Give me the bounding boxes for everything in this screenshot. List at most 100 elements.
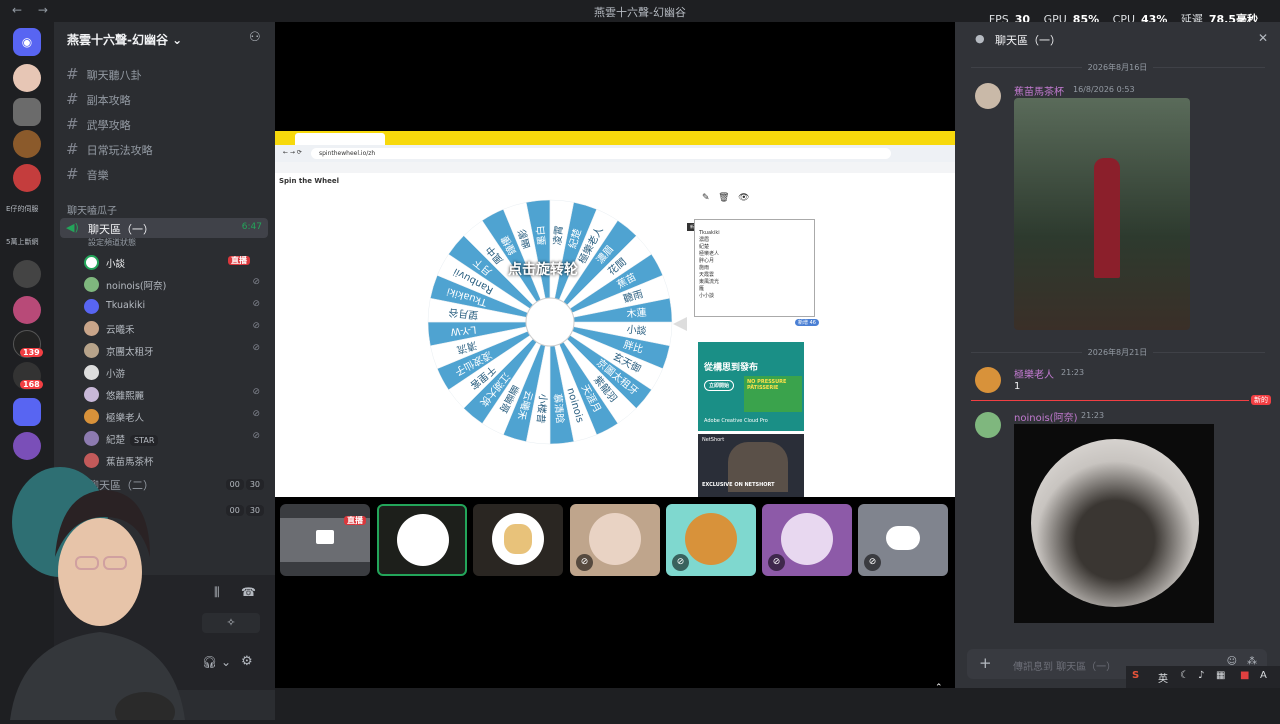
shared-screen-browser[interactable]: ← → ⟳ spinthewheel.io/zh Spin the Wheel … (275, 131, 955, 497)
disconnect-icon[interactable]: ☎ (241, 585, 256, 599)
mute-icon: ⊘ (252, 431, 260, 441)
voice-member[interactable]: 云曦禾 ⊘ (84, 318, 264, 338)
entry-line: 胖心月 (699, 258, 715, 264)
adobe-ad[interactable]: 從構思到發布 立即開始 NO PRESSURE PÂTISSERIE Adobe… (698, 342, 804, 431)
avatar (589, 513, 641, 565)
voice-member[interactable]: 京團太租牙 ⊘ (84, 340, 264, 360)
webcam-overlay (0, 462, 190, 724)
voice-member[interactable]: 小游 (84, 362, 264, 382)
hash-icon: # (66, 65, 79, 83)
call-timer: 6:47 (241, 222, 262, 232)
ad-cta-button[interactable]: 立即開始 (704, 380, 735, 391)
server-icon[interactable] (13, 164, 41, 192)
ai-icon[interactable]: A (1260, 670, 1267, 681)
server-icon[interactable] (13, 260, 41, 288)
channel-item[interactable]: # 副本攻略 (66, 89, 131, 109)
voice-member[interactable]: 極樂老人 ⊘ (84, 406, 264, 426)
browser-address-bar[interactable]: ← → ⟳ spinthewheel.io/zh (275, 145, 955, 162)
participant-tile[interactable]: ⊘ (762, 504, 852, 576)
channel-item[interactable]: # 音樂 (66, 164, 109, 184)
message-author[interactable]: 極樂老人 (1014, 366, 1054, 381)
wheel-hub[interactable] (525, 297, 575, 347)
channel-item[interactable]: # 武學攻略 (66, 114, 131, 134)
participant-tile-stream[interactable]: 直播 (280, 504, 370, 576)
message-input[interactable]: 傳訊息到 聊天區（一） (1013, 658, 1116, 673)
server-name-dropdown[interactable]: 燕雲十六聲-幻幽谷 ⌄ (67, 31, 182, 48)
hash-icon: # (66, 165, 79, 183)
app-icon[interactable]: ■ (1240, 670, 1249, 681)
voice-member[interactable]: 紀楚 STAR ⊘ (84, 428, 264, 448)
headphones-icon[interactable]: 🎧︎ ⌄ (202, 655, 231, 669)
voice-member[interactable]: 悠離熙麗 ⊘ (84, 384, 264, 404)
server-label: E仔的伺服 (6, 205, 39, 213)
avatar[interactable] (975, 367, 1001, 393)
spin-prompt[interactable]: 点击旋转轮 (508, 259, 578, 279)
bookmarks-bar (275, 162, 955, 173)
browser-tab-strip[interactable] (275, 131, 955, 145)
voice-member[interactable]: noinois(阿奈) ⊘ (84, 274, 264, 294)
folder-icon[interactable] (13, 398, 41, 426)
voice-channel-active[interactable]: ◀) 聊天區（一） 6:47 (60, 218, 268, 238)
channel-status[interactable]: 設定頻道狀態 (88, 237, 136, 248)
avatar (84, 365, 99, 380)
speaker-icon: ◀) (66, 221, 79, 234)
entry-line: 濃眉 (699, 237, 710, 243)
keyboard-icon[interactable]: ▦ (1216, 670, 1225, 681)
message-time: 21:23 (1061, 368, 1085, 377)
avatar (781, 513, 833, 565)
participant-tile-speaking[interactable] (377, 504, 467, 576)
message-image[interactable] (1014, 424, 1214, 623)
live-badge: 直播 (344, 516, 366, 525)
avatar (84, 255, 99, 270)
url-field[interactable]: spinthewheel.io/zh (311, 148, 891, 159)
voice-member[interactable]: Tkuakiki ⊘ (84, 296, 264, 316)
mute-icon: ⊘ (252, 277, 260, 287)
discord-home-icon[interactable]: ◉ (13, 28, 41, 56)
moon-icon[interactable]: ☾ (1180, 670, 1189, 681)
entry-line: 小小談 (699, 293, 715, 299)
participant-tile[interactable]: ⊘ (858, 504, 948, 576)
message-author[interactable]: 蕉苗馬茶杯 (1014, 83, 1064, 98)
category-header[interactable]: 聊天嗑瓜子 (67, 202, 117, 217)
avatar[interactable] (975, 412, 1001, 438)
chat-title: 聊天區（一） (995, 34, 1061, 47)
settings-gear-icon[interactable]: ⚙ (241, 654, 253, 669)
message-image[interactable] (1014, 98, 1190, 330)
raccoon-photo (1031, 439, 1199, 607)
participant-tile[interactable]: ⊘ (666, 504, 756, 576)
plus-icon[interactable]: + (979, 654, 992, 672)
sogou-icon[interactable]: S (1132, 670, 1139, 681)
participant-tile[interactable] (473, 504, 563, 576)
toolbar-icons[interactable]: ✎ 🗑︎ 👁︎ (702, 193, 750, 203)
server-label: 5萬上斷網 (6, 238, 39, 246)
avatar (84, 321, 99, 336)
collapse-chevron-icon[interactable]: ⌃ (935, 683, 943, 693)
voice-member[interactable]: 小談 直播 (84, 252, 264, 272)
avatar (84, 277, 99, 292)
avatar[interactable] (975, 83, 1001, 109)
entries-textarea[interactable]: Tkuakiki 濃眉 紀楚 極樂老人 胖心月 施雨 天霞雲 東風流光雁小小談 (694, 219, 815, 317)
participant-tile[interactable]: ⊘ (570, 504, 660, 576)
ime-indicator[interactable]: 英 (1158, 670, 1168, 685)
server-icon[interactable] (13, 98, 41, 126)
system-tray: S 英 ☾ ♪ ▦ ■ A (1126, 666, 1280, 688)
browser-tab[interactable] (295, 133, 385, 145)
server-icon[interactable] (13, 296, 41, 324)
netshort-ad[interactable]: NetShort EXCLUSIVE ON NETSHORT (698, 434, 804, 497)
nav-arrows-icon[interactable]: ← → ⟳ (283, 149, 302, 156)
soundboard-icon[interactable]: ⫼ (214, 585, 220, 600)
add-member-icon[interactable]: ⚇ (249, 30, 261, 45)
server-icon[interactable] (13, 64, 41, 92)
activity-button[interactable]: ✧ (202, 613, 260, 633)
spin-wheel[interactable]: 小談胖比玄天御京圖太租牙紫龍羽天涯月noinois慕清晗小楼昔云曦禾幽幽哥江湖大… (425, 197, 675, 447)
close-icon[interactable]: ✕ (1258, 31, 1268, 45)
message-author[interactable]: noinois(阿奈) (1014, 409, 1077, 424)
channel-item[interactable]: # 日常玩法攻略 (66, 139, 153, 159)
channel-item[interactable]: # 聊天聽八卦 (66, 64, 142, 84)
avatar (84, 299, 99, 314)
mute-icon: ⊘ (252, 299, 260, 309)
server-icon[interactable] (13, 432, 41, 460)
mute-icon: ⊘ (252, 321, 260, 331)
server-icon[interactable] (13, 130, 41, 158)
mic-icon[interactable]: ♪ (1198, 670, 1204, 681)
